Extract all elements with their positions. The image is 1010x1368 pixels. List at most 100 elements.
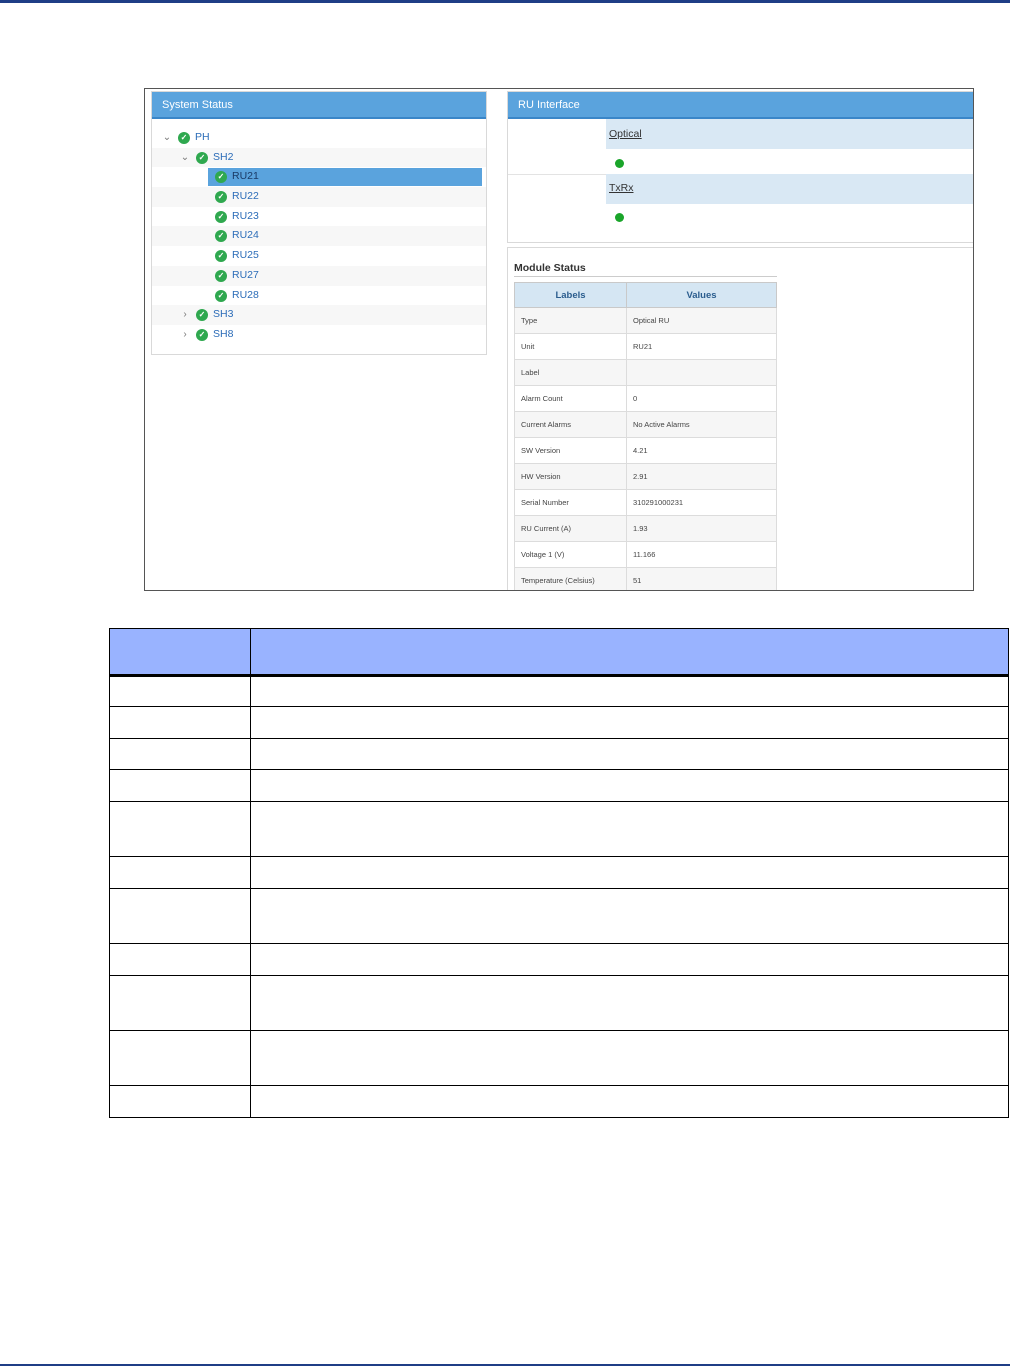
tree-node-label: RU24 (232, 229, 259, 242)
module-status-row: RU Current (A) 1.93 (514, 515, 777, 542)
txrx-link[interactable]: TxRx (609, 182, 634, 194)
check-circle-icon: ✓ (178, 132, 190, 144)
module-label-cell: Serial Number (514, 489, 627, 516)
tree-node[interactable]: ✓ RU25 (152, 246, 486, 266)
optical-link[interactable]: Optical (609, 128, 642, 140)
tree-node[interactable]: ⌄ ✓ SH2 (152, 147, 486, 168)
doc-cell (250, 801, 1009, 857)
tree-node[interactable]: ✓ RU28 (152, 286, 486, 306)
tree-node[interactable]: › ✓ SH3 (152, 305, 486, 325)
doc-cell (109, 1030, 251, 1086)
tree-node-label: RU21 (232, 170, 259, 183)
optical-status-dot (615, 159, 624, 168)
module-value-cell: 51 (626, 567, 777, 590)
chevron-right-icon[interactable]: › (180, 325, 190, 345)
module-value-cell: 1.93 (626, 515, 777, 542)
doc-table-row (109, 1030, 1009, 1086)
tree-node[interactable]: ✓ RU21 (152, 167, 486, 187)
module-label-cell: HW Version (514, 463, 627, 490)
doc-cell (109, 943, 251, 976)
doc-table-row (109, 801, 1009, 857)
module-status-row: Temperature (Celsius) 51 (514, 567, 777, 590)
module-label-cell: Temperature (Celsius) (514, 567, 627, 590)
tree-node-label: RU27 (232, 268, 259, 281)
tree-node[interactable]: ✓ RU23 (152, 207, 486, 227)
tree-node-label: RU28 (232, 288, 259, 301)
module-value-cell: 0 (626, 385, 777, 412)
bottom-rule (0, 1364, 1010, 1366)
module-value-cell: RU21 (626, 333, 777, 360)
module-value-cell: 310291000231 (626, 489, 777, 516)
doc-table-row (109, 975, 1009, 1031)
tree-node-label: RU22 (232, 190, 259, 203)
doc-cell (250, 888, 1009, 944)
doc-table-row (109, 1085, 1009, 1118)
tree-node[interactable]: ✓ RU27 (152, 265, 486, 286)
doc-cell (109, 675, 251, 707)
check-circle-icon: ✓ (196, 309, 208, 322)
module-status-table: Labels Values Type Optical RU Unit RU21 Labe… (514, 282, 777, 590)
ru-interface-header: RU Interface (508, 92, 973, 119)
doc-header-col2 (250, 628, 1009, 677)
doc-cell (109, 1085, 251, 1118)
doc-header-col1 (109, 628, 251, 677)
module-value-cell: 11.166 (626, 541, 777, 568)
tree-node[interactable]: › ✓ SH8 (152, 325, 486, 345)
doc-table-row (109, 769, 1009, 802)
values-header: Values (626, 282, 777, 308)
module-status-row: SW Version 4.21 (514, 437, 777, 464)
doc-cell (109, 975, 251, 1031)
tree-node-label: SH3 (213, 308, 234, 321)
doc-cell (109, 856, 251, 889)
module-label-cell: Type (514, 307, 627, 334)
ru-txrx-row (606, 174, 973, 204)
module-status-row: HW Version 2.91 (514, 463, 777, 490)
module-status-row: Current Alarms No Active Alarms (514, 411, 777, 438)
tree-node[interactable]: ⌄ ✓ PH (152, 128, 486, 148)
chevron-right-icon[interactable]: › (180, 305, 190, 325)
doc-table-row (109, 675, 1009, 707)
doc-cell (250, 769, 1009, 802)
check-circle-icon: ✓ (215, 250, 227, 263)
module-value-cell: No Active Alarms (626, 411, 777, 438)
doc-cell (109, 888, 251, 944)
check-circle-icon: ✓ (215, 191, 227, 204)
module-value-cell: Optical RU (626, 307, 777, 334)
module-label-cell: Unit (514, 333, 627, 360)
doc-cell (250, 706, 1009, 739)
tree-node[interactable]: ✓ RU22 (152, 187, 486, 207)
system-tree: ⌄ ✓ PH ⌄ ✓ SH2 ✓ RU21 ✓ RU22 ✓ RU23 ✓ RU24 ✓ RU25 ✓ RU27 ✓… (152, 128, 486, 345)
doc-cell (109, 769, 251, 802)
tree-node-label: PH (195, 131, 210, 143)
module-label-cell: RU Current (A) (514, 515, 627, 542)
module-status-row: Alarm Count 0 (514, 385, 777, 412)
doc-cell (109, 706, 251, 739)
module-status-row: Unit RU21 (514, 333, 777, 360)
doc-table-row (109, 738, 1009, 770)
doc-cell (250, 856, 1009, 889)
module-label-cell: Alarm Count (514, 385, 627, 412)
module-label-cell: Current Alarms (514, 411, 627, 438)
check-circle-icon: ✓ (196, 328, 208, 341)
module-value-cell: 4.21 (626, 437, 777, 464)
doc-cell (109, 801, 251, 857)
tree-node[interactable]: ✓ RU24 (152, 226, 486, 247)
doc-table-row (109, 888, 1009, 944)
module-status-row: Type Optical RU (514, 307, 777, 334)
chevron-down-icon[interactable]: ⌄ (162, 128, 172, 148)
txrx-status-dot (615, 213, 624, 222)
module-status-row: Serial Number 310291000231 (514, 489, 777, 516)
top-rule (0, 0, 1010, 3)
doc-table-row (109, 943, 1009, 976)
ru-optical-row (606, 119, 973, 149)
doc-cell (250, 943, 1009, 976)
chevron-down-icon[interactable]: ⌄ (180, 148, 190, 168)
doc-table-row (109, 856, 1009, 889)
document-table (109, 628, 1009, 1118)
doc-table-row (109, 706, 1009, 739)
module-status-title: Module Status (514, 262, 586, 274)
check-circle-icon: ✓ (215, 210, 227, 223)
doc-cell (250, 1030, 1009, 1086)
module-value-cell (626, 359, 777, 386)
labels-header: Labels (514, 282, 627, 308)
